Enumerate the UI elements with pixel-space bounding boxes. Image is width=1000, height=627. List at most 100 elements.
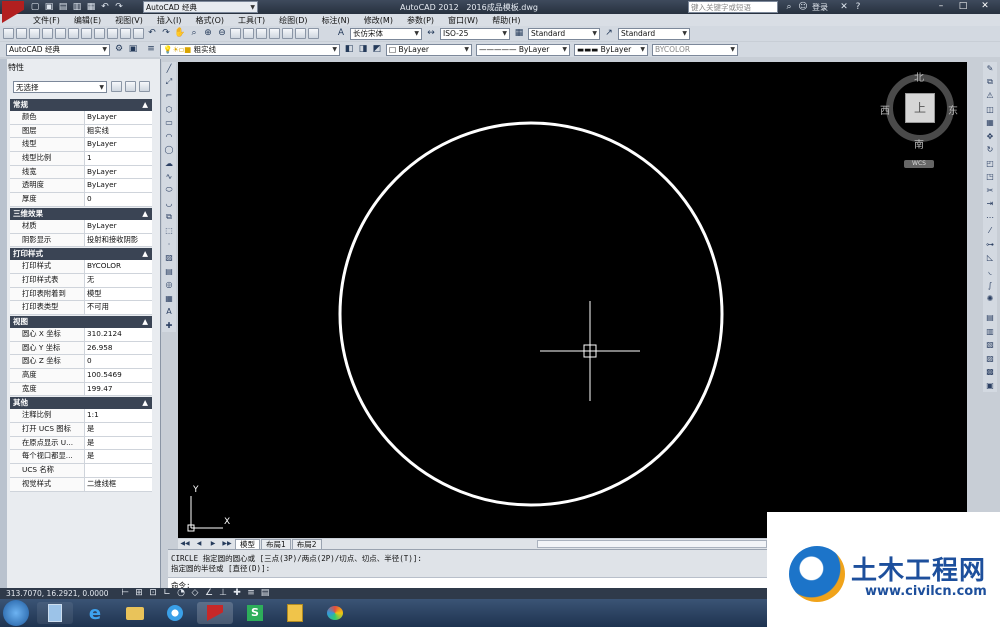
redo-icon[interactable]: ↷ <box>113 1 125 13</box>
hatch-icon[interactable]: ▨ <box>163 252 175 264</box>
property-value[interactable]: 不可用 <box>85 301 152 314</box>
property-value[interactable]: 0 <box>85 355 152 368</box>
plot-icon[interactable] <box>42 28 53 39</box>
linetype-combo[interactable]: ————— ByLayer ▼ <box>476 43 570 56</box>
break-point-icon[interactable]: ⋯ <box>984 212 996 224</box>
compass-north[interactable]: 北 <box>914 69 924 84</box>
open-file-icon[interactable] <box>16 28 27 39</box>
mleader-style-combo[interactable]: Standard ▼ <box>618 27 690 40</box>
tool-palettes-icon[interactable] <box>256 28 267 39</box>
login-link[interactable]: 登录 <box>812 2 828 13</box>
property-value[interactable]: 0 <box>85 193 152 206</box>
move-icon[interactable]: ✥ <box>984 131 996 143</box>
match-prop-icon[interactable] <box>120 28 131 39</box>
pan-icon[interactable]: ✋ <box>174 28 186 40</box>
extend-icon[interactable]: ⇥ <box>984 198 996 210</box>
property-value[interactable]: ByLayer <box>85 179 152 193</box>
property-row[interactable]: 高度 100.5469 <box>10 369 152 383</box>
join-icon[interactable]: ⊶ <box>984 239 996 251</box>
fillet-icon[interactable]: ◟ <box>984 266 996 278</box>
dim-style-combo[interactable]: ISO-25 ▼ <box>440 27 510 40</box>
start-button[interactable] <box>3 600 29 626</box>
property-row[interactable]: UCS 名称 <box>10 464 152 478</box>
snap-mode-icon[interactable]: ⊞ <box>133 589 145 598</box>
property-row[interactable]: 每个视口都显... 是 <box>10 450 152 465</box>
property-value[interactable]: ByLayer <box>85 138 152 152</box>
property-row[interactable]: 线宽 ByLayer <box>10 165 152 180</box>
drawing-canvas[interactable]: Y X 上 北 南 西 东 WCS <box>178 62 967 538</box>
layer-tool-5-icon[interactable]: ▩ <box>984 366 996 378</box>
polar-tracking-icon[interactable]: ◔ <box>175 589 187 598</box>
layer-manager-icon[interactable]: ≡ <box>145 44 157 56</box>
revcloud-icon[interactable]: ☁ <box>163 158 175 170</box>
layer-state-icon[interactable]: ◩ <box>371 44 383 56</box>
property-value[interactable]: ByLayer <box>85 219 152 233</box>
property-row[interactable]: 阴影显示 投射和接收阴影 <box>10 233 152 248</box>
property-row[interactable]: 视觉样式 二维线框 <box>10 477 152 492</box>
help-icon[interactable]: ? <box>852 1 864 13</box>
circle-icon[interactable]: ◯ <box>163 144 175 156</box>
property-row[interactable]: 透明度 ByLayer <box>10 179 152 194</box>
taskbar-folder-icon[interactable] <box>117 602 153 624</box>
property-section-header[interactable]: 其他 ▲ <box>10 397 152 410</box>
object-snap-icon[interactable]: ◇ <box>189 589 201 598</box>
menu-item[interactable]: 帮助(H) <box>492 15 520 26</box>
collapse-arrow-icon[interactable]: ▲ <box>142 208 148 220</box>
close-icon[interactable]: ✕ <box>975 0 995 12</box>
property-row[interactable]: 材质 ByLayer <box>10 219 152 234</box>
infer-constraints-icon[interactable]: ⊢ <box>119 589 131 598</box>
insert-block-icon[interactable]: ⧉ <box>163 212 175 224</box>
user-icon[interactable]: ☺ <box>797 1 809 13</box>
property-row[interactable]: 圆心 X 坐标 310.2124 <box>10 327 152 342</box>
exchange-icon[interactable]: ✕ <box>838 1 850 13</box>
text-style-combo[interactable]: 长仿宋体 ▼ <box>350 27 422 40</box>
polygon-icon[interactable]: ⬡ <box>163 104 175 116</box>
property-row[interactable]: 线型比例 1 <box>10 152 152 166</box>
search-icon[interactable]: ⌕ <box>783 1 795 13</box>
workspace-save-icon[interactable]: ▣ <box>127 44 139 56</box>
viewcube-top-face[interactable]: 上 <box>905 93 935 123</box>
copy-icon[interactable] <box>94 28 105 39</box>
region-icon[interactable]: ◎ <box>163 279 175 291</box>
ellipse-icon[interactable]: ⬭ <box>163 185 175 197</box>
plotstyle-combo[interactable]: BYCOLOR ▼ <box>652 43 738 56</box>
collapse-arrow-icon[interactable]: ▲ <box>142 397 148 409</box>
rotate-icon[interactable]: ↻ <box>984 144 996 156</box>
open-icon[interactable]: ▣ <box>43 1 55 13</box>
save-icon[interactable]: ▤ <box>57 1 69 13</box>
tab-last-icon[interactable]: ▶▶ <box>221 540 233 549</box>
scale-icon[interactable]: ◰ <box>984 158 996 170</box>
layer-tool-3-icon[interactable]: ▧ <box>984 339 996 351</box>
collapse-arrow-icon[interactable]: ▲ <box>142 316 148 328</box>
table-icon[interactable]: ▦ <box>163 293 175 305</box>
property-row[interactable]: 打印表附着到 模型 <box>10 287 152 302</box>
compass-west[interactable]: 西 <box>880 102 890 117</box>
text-style-icon[interactable]: A <box>335 28 347 40</box>
polyline-icon[interactable]: ⌐ <box>163 90 175 102</box>
taskbar-wps-icon[interactable]: S <box>237 602 273 624</box>
offset-icon[interactable]: ◫ <box>984 104 996 116</box>
color-combo[interactable]: □ ByLayer ▼ <box>386 43 472 56</box>
menu-item[interactable]: 编辑(E) <box>74 15 101 26</box>
mleader-style-icon[interactable]: ↗ <box>603 28 615 40</box>
markup-icon[interactable] <box>282 28 293 39</box>
layout-tab[interactable]: 布局2 <box>291 539 322 549</box>
cut-icon[interactable] <box>81 28 92 39</box>
print-icon[interactable]: ▦ <box>85 1 97 13</box>
qnew-icon[interactable] <box>3 28 14 39</box>
property-value[interactable]: 1 <box>85 152 152 165</box>
make-current-layer-icon[interactable]: ◧ <box>343 44 355 56</box>
layout-tab[interactable]: 布局1 <box>261 539 291 549</box>
property-value[interactable]: 是 <box>85 436 152 450</box>
object-snap-tracking-icon[interactable]: ∠ <box>203 589 215 598</box>
property-value[interactable]: 1:1 <box>85 409 152 423</box>
property-value[interactable]: 模型 <box>85 287 152 301</box>
saveas-icon[interactable]: ▥ <box>71 1 83 13</box>
ucs-menu-button[interactable]: WCS <box>904 160 934 168</box>
dynamic-ucs-icon[interactable]: ⊥ <box>217 589 229 598</box>
property-value[interactable]: BYCOLOR <box>85 260 152 273</box>
quick-select-icon[interactable] <box>139 81 150 92</box>
property-section-header[interactable]: 视图 ▲ <box>10 315 152 328</box>
menu-item[interactable]: 格式(O) <box>195 15 224 26</box>
collapse-arrow-icon[interactable]: ▲ <box>142 248 148 260</box>
